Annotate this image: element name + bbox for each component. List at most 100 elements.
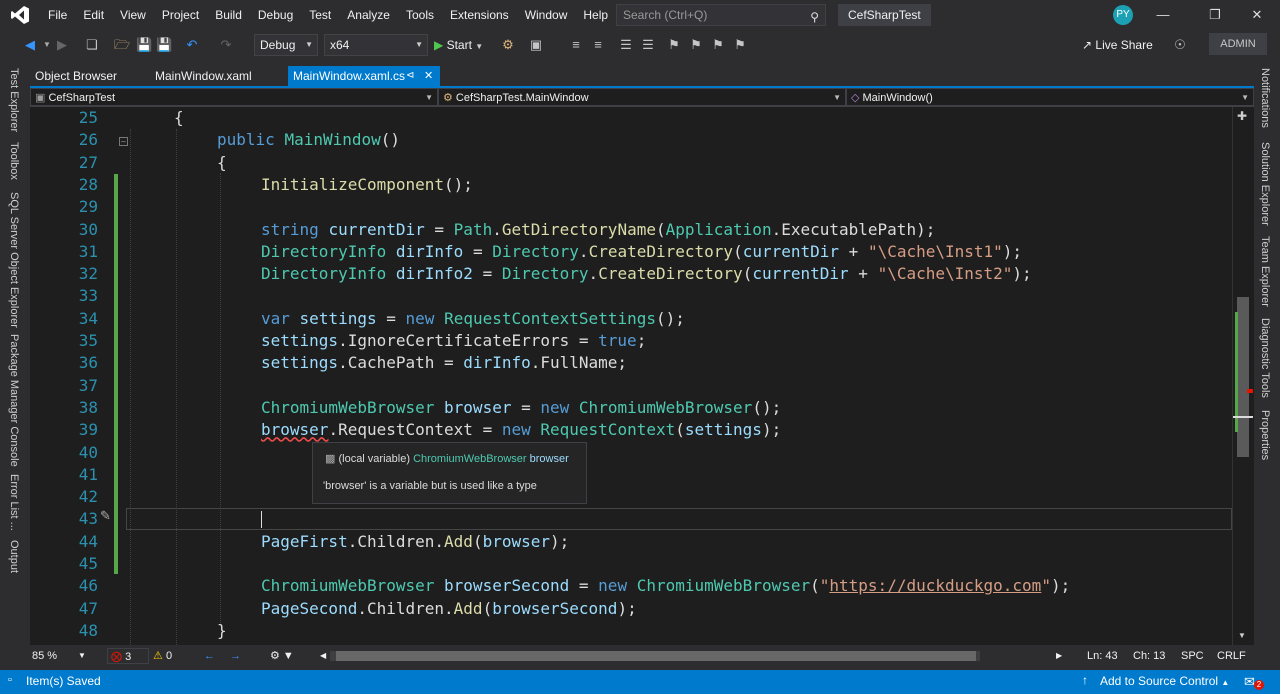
uncomment-icon[interactable]: ☰ <box>640 36 656 54</box>
step-icon[interactable]: ≡ <box>568 36 584 54</box>
class-dropdown[interactable]: ⚙ CefSharpTest.MainWindow ▼ <box>438 88 846 106</box>
tab-object-browser[interactable]: Object Browser <box>30 66 150 86</box>
line-number: 33 <box>78 286 98 306</box>
error-count[interactable]: ⨂ 3 <box>107 648 149 664</box>
split-icon[interactable]: ✚ <box>1237 109 1247 123</box>
add-to-source-control-button[interactable]: Add to Source Control ▲ <box>1100 674 1229 688</box>
menu-debug[interactable]: Debug <box>250 0 301 30</box>
find-icon[interactable]: ▣ <box>528 36 544 54</box>
scroll-left-icon[interactable]: ◀ <box>320 648 326 664</box>
tab-notifications[interactable]: Notifications <box>1259 68 1271 128</box>
line-number: 37 <box>78 375 98 395</box>
warning-count-value: 0 <box>165 650 173 662</box>
quick-action-icon[interactable]: ✎ <box>100 508 111 524</box>
line-number: 36 <box>78 353 98 373</box>
source-control-label: Add to Source Control <box>1100 674 1219 688</box>
menu-tools[interactable]: Tools <box>398 0 442 30</box>
menu-test[interactable]: Test <box>301 0 339 30</box>
live-share-button[interactable]: ↗ Live Share <box>1082 36 1153 54</box>
back-dropdown-icon[interactable]: ▼ <box>42 36 52 54</box>
line-number: 44 <box>78 531 98 551</box>
menu-build[interactable]: Build <box>207 0 250 30</box>
zoom-select[interactable]: 85 % ▼ <box>32 648 87 664</box>
tab-diagnostic-tools[interactable]: Diagnostic Tools <box>1259 318 1271 398</box>
tab-error-list[interactable]: Error List ... <box>8 474 20 531</box>
save-icon[interactable]: 💾 <box>136 36 152 54</box>
code-line: PageFirst.Children.Add(browser); <box>261 531 570 551</box>
feedback-icon[interactable]: ☉ <box>1172 36 1188 54</box>
save-all-icon[interactable]: 💾 <box>156 36 172 54</box>
undo-icon[interactable]: ↶ <box>184 36 200 54</box>
tab-solution-explorer[interactable]: Solution Explorer <box>1259 142 1271 226</box>
comment-icon[interactable]: ☰ <box>618 36 634 54</box>
menu-file[interactable]: File <box>40 0 75 30</box>
error-count-value: 3 <box>125 651 132 663</box>
open-folder-icon[interactable]: 🗁 <box>114 36 130 54</box>
horizontal-scrollbar[interactable] <box>330 651 980 661</box>
menu-bar: File Edit View Project Build Debug Test … <box>0 0 1280 30</box>
pin-icon[interactable]: ⊲ <box>406 66 414 86</box>
tab-team-explorer[interactable]: Team Explorer <box>1259 236 1271 307</box>
chevron-up-icon: ▲ <box>1221 678 1230 687</box>
step-over-icon[interactable]: ≡ <box>590 36 606 54</box>
tab-test-explorer[interactable]: Test Explorer <box>8 68 20 132</box>
error-icon: ⨂ <box>111 651 122 663</box>
member-dropdown[interactable]: ◇ MainWindow() ▼ <box>846 88 1254 106</box>
prev-bookmark-icon[interactable]: ⚑ <box>710 36 726 54</box>
code-editor[interactable]: 25 26 27 28 29 30 31 32 33 34 35 36 37 3… <box>30 107 1254 645</box>
class-value: CefSharpTest.MainWindow <box>455 92 589 104</box>
minimize-icon[interactable]: — <box>1140 0 1186 30</box>
browser-link-icon[interactable]: ⚙ <box>500 36 516 54</box>
maximize-icon[interactable]: ❐ <box>1192 0 1238 30</box>
forward-icon[interactable]: ▶ <box>54 36 70 54</box>
close-tab-icon[interactable]: ✕ <box>424 66 433 86</box>
collapse-toggle-icon[interactable]: – <box>119 137 128 146</box>
tab-mainwindow-xaml-cs[interactable]: MainWindow.xaml.cs ⊲ ✕ <box>288 66 440 86</box>
tab-toolbox[interactable]: Toolbox <box>8 142 20 180</box>
new-project-icon[interactable]: ❏ <box>84 36 100 54</box>
menu-project[interactable]: Project <box>154 0 207 30</box>
nav-back-icon[interactable]: ← <box>204 648 215 664</box>
tab-mainwindow-xaml[interactable]: MainWindow.xaml <box>150 66 285 86</box>
next-bookmark-icon[interactable]: ⚑ <box>688 36 704 54</box>
live-share-label: Live Share <box>1095 38 1153 52</box>
current-line-highlight <box>126 508 1232 530</box>
scroll-right-icon[interactable]: ▶ <box>1056 648 1062 664</box>
avatar[interactable]: PY <box>1113 5 1133 25</box>
line-number: 34 <box>78 308 98 328</box>
bookmark-icon[interactable]: ⚑ <box>666 36 682 54</box>
vertical-scrollbar[interactable]: ✚ ▼ <box>1232 107 1254 645</box>
tab-package-manager-console[interactable]: Package Manager Console <box>8 334 20 467</box>
menu-help[interactable]: Help <box>575 0 616 30</box>
code-line: } <box>217 620 227 640</box>
platform-select[interactable]: x64 ▼ <box>324 34 428 56</box>
menu-view[interactable]: View <box>112 0 154 30</box>
tab-output[interactable]: Output <box>8 540 20 573</box>
scrollbar-thumb[interactable] <box>336 651 976 661</box>
line-number: 42 <box>78 487 98 507</box>
configuration-select[interactable]: Debug ▼ <box>254 34 318 56</box>
menu-extensions[interactable]: Extensions <box>442 0 517 30</box>
menu-edit[interactable]: Edit <box>75 0 112 30</box>
navigation-bar: ▣ CefSharpTest ▼ ⚙ CefSharpTest.MainWind… <box>30 88 1254 107</box>
menu-window[interactable]: Window <box>517 0 576 30</box>
nav-forward-icon[interactable]: → <box>230 648 241 664</box>
back-icon[interactable]: ◀ <box>22 36 38 54</box>
clear-bookmarks-icon[interactable]: ⚑ <box>732 36 748 54</box>
admin-badge[interactable]: ADMIN <box>1209 33 1267 55</box>
start-button[interactable]: ▶ Start ▼ <box>434 34 483 56</box>
search-input[interactable]: Search (Ctrl+Q) ⚲ <box>616 4 826 26</box>
local-variable-icon: ▩ <box>325 453 336 465</box>
tab-properties[interactable]: Properties <box>1259 410 1271 460</box>
cleanup-icon[interactable]: ⚙ ▼ <box>270 648 294 664</box>
scrollbar-thumb[interactable] <box>1237 297 1249 457</box>
close-icon[interactable]: ✕ <box>1234 0 1280 30</box>
tab-sql-server-object-explorer[interactable]: SQL Server Object Explorer <box>8 192 20 328</box>
chevron-down-icon: ▼ <box>1241 93 1249 102</box>
warning-count[interactable]: ⚠ 0 <box>153 648 183 664</box>
scroll-down-icon[interactable]: ▼ <box>1238 631 1246 640</box>
menu-analyze[interactable]: Analyze <box>339 0 398 30</box>
redo-icon[interactable]: ↷ <box>218 36 234 54</box>
notifications-bell-icon[interactable]: ✉ <box>1244 674 1255 690</box>
project-dropdown[interactable]: ▣ CefSharpTest ▼ <box>30 88 438 106</box>
